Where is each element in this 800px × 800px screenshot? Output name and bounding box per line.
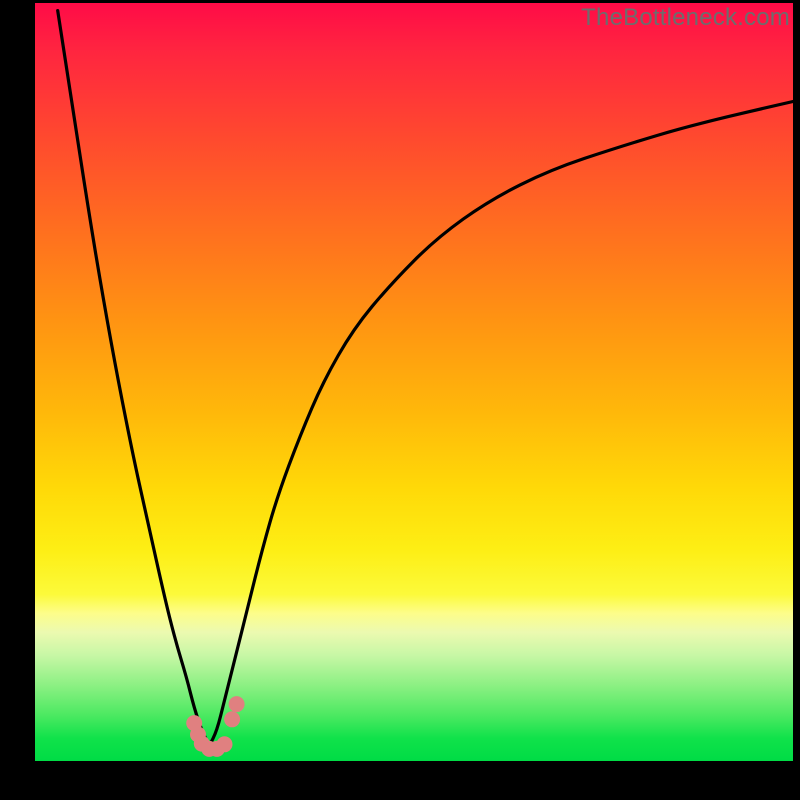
highlight-marker — [217, 736, 233, 752]
curve-left-branch — [58, 11, 210, 746]
highlight-marker — [224, 711, 240, 727]
plot-area — [35, 3, 793, 761]
chart-frame: TheBottleneck.com — [0, 0, 800, 800]
curve-right-branch — [209, 102, 793, 746]
highlight-marker — [229, 696, 245, 712]
watermark-text: TheBottleneck.com — [581, 4, 790, 32]
chart-svg — [35, 3, 793, 761]
